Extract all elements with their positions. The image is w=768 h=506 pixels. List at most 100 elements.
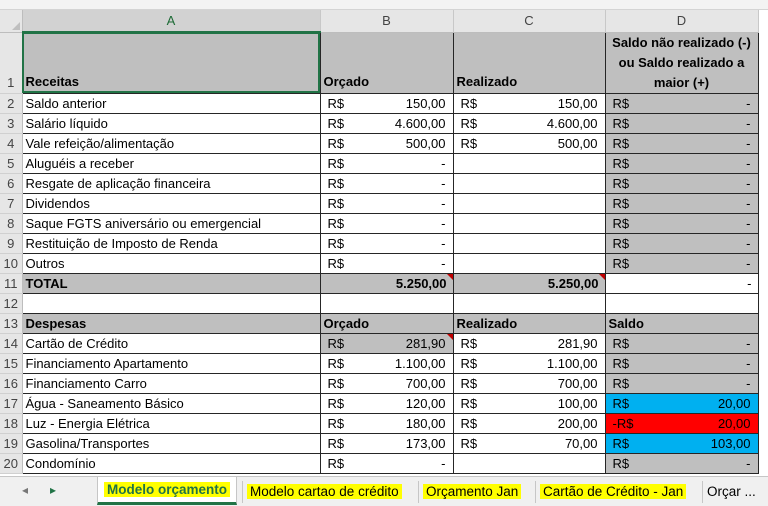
cell-a[interactable]: Restituição de Imposto de Renda <box>22 233 321 254</box>
cell-d[interactable]: R$ - <box>605 173 759 194</box>
cell-b[interactable]: Orçado <box>320 313 454 334</box>
cell-c[interactable] <box>453 153 606 174</box>
cell-d[interactable]: R$ - <box>605 93 759 114</box>
cell-a[interactable]: Aluguéis a receber <box>22 153 321 174</box>
cell-c[interactable]: 5.250,00 <box>453 273 606 294</box>
select-all-corner[interactable] <box>0 10 23 33</box>
cell-d[interactable]: R$ 103,00 <box>605 433 759 454</box>
row-header[interactable]: 15 <box>0 353 23 374</box>
cell-c[interactable]: R$ 70,00 <box>453 433 606 454</box>
tab-cartao-de-credito-jan[interactable]: Cartão de Crédito - Jan <box>535 481 690 503</box>
cell-b[interactable]: 5.250,00 <box>320 273 454 294</box>
cell-a[interactable]: Receitas <box>22 32 321 94</box>
tab-modelo-orcamento[interactable]: Modelo orçamento <box>97 477 237 505</box>
cell-c[interactable]: Realizado <box>453 32 606 94</box>
cell-d[interactable]: R$ - <box>605 253 759 274</box>
cell-a[interactable]: Saque FGTS aniversário ou emergencial <box>22 213 321 234</box>
cell-b[interactable]: R$ 700,00 <box>320 373 454 394</box>
cell-b[interactable] <box>320 293 454 314</box>
column-header-c[interactable]: C <box>453 10 606 33</box>
cell-c[interactable]: R$ 100,00 <box>453 393 606 414</box>
row-header[interactable]: 4 <box>0 133 23 154</box>
cell-c[interactable]: R$ 200,00 <box>453 413 606 434</box>
row-header[interactable]: 11 <box>0 273 23 294</box>
cell-a[interactable]: Gasolina/Transportes <box>22 433 321 454</box>
row-header[interactable]: 9 <box>0 233 23 254</box>
row-header[interactable]: 13 <box>0 313 23 334</box>
cell-b[interactable]: R$ - <box>320 253 454 274</box>
cell-a[interactable]: Outros <box>22 253 321 274</box>
cell-d[interactable]: -R$ 20,00 <box>605 413 759 434</box>
cell-c[interactable] <box>453 453 606 474</box>
column-header-b[interactable]: B <box>320 10 454 33</box>
cell-d[interactable]: R$ - <box>605 233 759 254</box>
row-header[interactable]: 20 <box>0 453 23 474</box>
row-header[interactable]: 2 <box>0 93 23 114</box>
row-header[interactable]: 19 <box>0 433 23 454</box>
row-header[interactable]: 18 <box>0 413 23 434</box>
cell-b[interactable]: R$ - <box>320 153 454 174</box>
next-sheet-icon[interactable]: ▸ <box>50 483 56 497</box>
row-header[interactable]: 6 <box>0 173 23 194</box>
row-header[interactable]: 5 <box>0 153 23 174</box>
cell-b[interactable]: R$ - <box>320 453 454 474</box>
cell-b[interactable]: R$ 150,00 <box>320 93 454 114</box>
cell-b[interactable]: R$ 173,00 <box>320 433 454 454</box>
cell-a[interactable]: Despesas <box>22 313 321 334</box>
cell-c[interactable]: R$ 281,90 <box>453 333 606 354</box>
cell-c[interactable] <box>453 193 606 214</box>
cell-d[interactable]: R$ 20,00 <box>605 393 759 414</box>
prev-sheet-icon[interactable]: ◂ <box>22 483 28 497</box>
cell-c[interactable]: R$ 700,00 <box>453 373 606 394</box>
row-header[interactable]: 17 <box>0 393 23 414</box>
cell-d[interactable]: Saldo não realizado (-) ou Saldo realiza… <box>605 32 759 94</box>
cell-c[interactable]: R$ 500,00 <box>453 133 606 154</box>
cell-d[interactable] <box>605 293 759 314</box>
cell-b[interactable]: R$ - <box>320 233 454 254</box>
cell-d[interactable]: R$ - <box>605 153 759 174</box>
cell-a[interactable]: Água - Saneamento Básico <box>22 393 321 414</box>
row-header[interactable]: 10 <box>0 253 23 274</box>
cell-b[interactable]: Orçado <box>320 32 454 94</box>
tab-orcamento-jan[interactable]: Orçamento Jan <box>418 481 525 503</box>
more-tabs-icon[interactable]: ... <box>745 484 756 499</box>
cell-b[interactable]: R$ - <box>320 193 454 214</box>
row-header[interactable]: 3 <box>0 113 23 134</box>
row-header[interactable]: 14 <box>0 333 23 354</box>
cell-b[interactable]: R$ 180,00 <box>320 413 454 434</box>
cell-c[interactable] <box>453 213 606 234</box>
column-header-a[interactable]: A <box>22 10 321 33</box>
cell-c[interactable]: R$ 1.100,00 <box>453 353 606 374</box>
cell-d[interactable]: R$ - <box>605 333 759 354</box>
cell-b[interactable]: R$ 500,00 <box>320 133 454 154</box>
cell-a[interactable]: TOTAL <box>22 273 321 294</box>
row-header[interactable]: 12 <box>0 293 23 314</box>
cell-d[interactable]: - <box>605 273 759 294</box>
column-header-d[interactable]: D <box>605 10 759 33</box>
cell-c[interactable]: Realizado <box>453 313 606 334</box>
cell-c[interactable] <box>453 253 606 274</box>
cell-b[interactable]: R$ - <box>320 213 454 234</box>
row-header[interactable]: 16 <box>0 373 23 394</box>
cell-d[interactable]: R$ - <box>605 113 759 134</box>
cell-b[interactable]: R$ 4.600,00 <box>320 113 454 134</box>
cell-d[interactable]: R$ - <box>605 373 759 394</box>
cell-c[interactable] <box>453 233 606 254</box>
cell-a[interactable]: Luz - Energia Elétrica <box>22 413 321 434</box>
cell-c[interactable]: R$ 150,00 <box>453 93 606 114</box>
cell-a[interactable]: Condomínio <box>22 453 321 474</box>
cell-a[interactable]: Vale refeição/alimentação <box>22 133 321 154</box>
row-header[interactable]: 7 <box>0 193 23 214</box>
cell-d[interactable]: R$ - <box>605 133 759 154</box>
tab-modelo-cartao-de-credito[interactable]: Modelo cartao de crédito <box>242 481 406 503</box>
cell-c[interactable] <box>453 173 606 194</box>
tab-orcar[interactable]: Orçar ... <box>702 481 768 503</box>
cell-a[interactable]: Resgate de aplicação financeira <box>22 173 321 194</box>
cell-b[interactable]: R$ 281,90 <box>320 333 454 354</box>
cell-a[interactable]: Financiamento Carro <box>22 373 321 394</box>
cell-a[interactable]: Financiamento Apartamento <box>22 353 321 374</box>
row-header[interactable]: 1 <box>0 32 23 94</box>
cell-c[interactable]: R$ 4.600,00 <box>453 113 606 134</box>
cell-a[interactable]: Dividendos <box>22 193 321 214</box>
cell-b[interactable]: R$ 1.100,00 <box>320 353 454 374</box>
